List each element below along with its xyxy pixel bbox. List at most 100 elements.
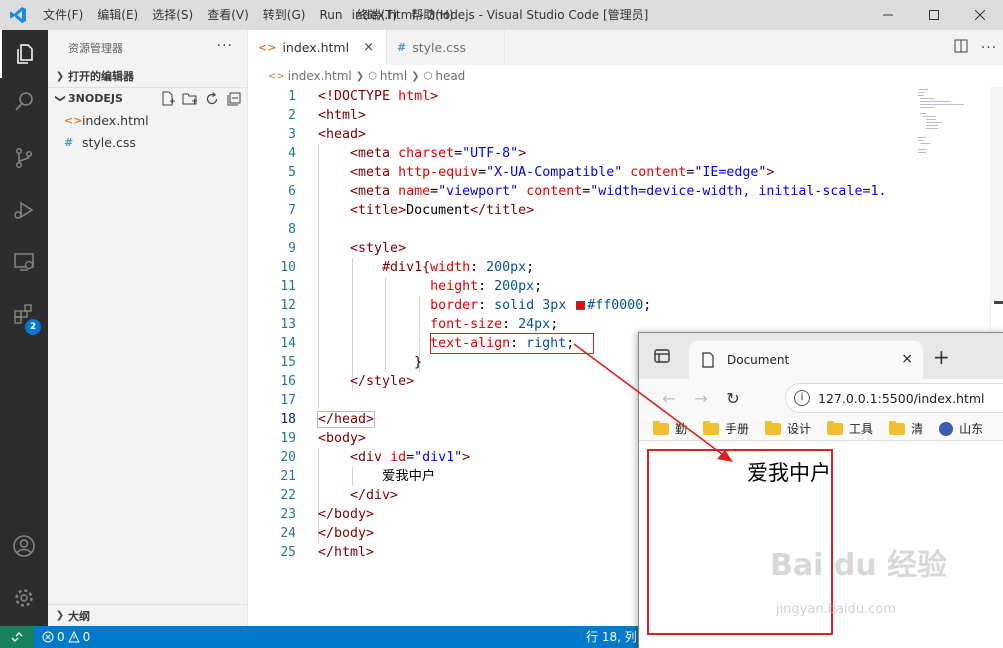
file-item-index-html[interactable]: <> index.html (48, 109, 247, 131)
attr: content (630, 165, 687, 180)
close-window-button[interactable] (957, 0, 1003, 30)
new-file-button[interactable] (159, 90, 177, 108)
search-activity[interactable] (0, 78, 48, 126)
color-swatch[interactable] (576, 301, 586, 310)
close-icon (975, 10, 985, 20)
chevron-down-icon: ❯ (54, 94, 66, 103)
open-editors-section[interactable]: ❯ 打开的编辑器 (48, 65, 247, 87)
remote-icon (11, 632, 23, 642)
watermark-logo: Bai du 经验 (770, 548, 948, 583)
menu-view[interactable]: 查看(V) (200, 0, 256, 30)
tab-actions-button[interactable] (653, 347, 671, 365)
file-item-style-css[interactable]: # style.css (48, 131, 247, 153)
property: font-size (430, 317, 503, 332)
tab-actions-icon (654, 349, 670, 363)
explorer-activity[interactable] (0, 30, 48, 78)
cube-icon: ⬡ (423, 70, 433, 82)
bookmark-folder[interactable]: 手册 (703, 420, 749, 437)
vscode-window: 文件(F) 编辑(E) 选择(S) 查看(V) 转到(G) Run 终端(T) … (0, 0, 1003, 648)
minimap-line (920, 104, 964, 105)
line-number: 12 (280, 298, 296, 313)
menu-edit[interactable]: 编辑(E) (90, 0, 145, 30)
site-favicon-icon (939, 421, 954, 436)
activity-bar: 2 (0, 30, 48, 626)
minimize-icon (883, 14, 893, 16)
bookmark-folder[interactable]: 清 (889, 420, 923, 437)
problems-button[interactable]: 0 0 (34, 630, 98, 644)
reload-button[interactable]: ↻ (717, 389, 749, 408)
menu-terminal[interactable]: 终端(T) (349, 0, 404, 30)
menu-file[interactable]: 文件(F) (36, 0, 90, 30)
folder-icon (653, 420, 669, 435)
minimap-line (926, 128, 938, 129)
minimap-line (918, 89, 928, 90)
more-actions-button[interactable]: ··· (217, 38, 233, 54)
code-line-12: border: solid 3px #ff0000; (430, 298, 652, 313)
project-section[interactable]: ❯ 3NODEJS (48, 87, 247, 109)
collapse-all-button[interactable] (225, 90, 243, 108)
breadcrumb: <> index.html ❯ ⬡ html ❯ ⬡ head (248, 65, 1003, 87)
cursor-position[interactable]: 行 18, 列 (586, 626, 637, 648)
bookmark-folder[interactable]: 工具 (827, 420, 873, 437)
breadcrumb-item[interactable]: index.html (288, 69, 352, 83)
menu-selection[interactable]: 选择(S) (145, 0, 200, 30)
info-icon: i (794, 390, 810, 406)
back-button[interactable]: ← (653, 389, 685, 408)
css-file-icon: # (397, 41, 407, 54)
property-value: solid (494, 298, 535, 313)
remote-explorer-activity[interactable] (0, 238, 48, 286)
property: height (430, 279, 479, 294)
tab-style-css[interactable]: # style.css (387, 30, 505, 65)
menu-run[interactable]: Run (312, 0, 349, 30)
browser-tab-close-button[interactable]: × (901, 351, 913, 367)
tab-close-button[interactable]: × (363, 40, 374, 55)
tag: </head> (316, 411, 376, 428)
code-line-2: <html> (318, 106, 886, 125)
minimize-button[interactable] (865, 0, 911, 30)
tag: <meta (350, 146, 391, 161)
browser-window: Document × + ← → ↻ i 127.0.0.1:5500/inde… (638, 332, 1003, 648)
new-tab-button[interactable]: + (933, 345, 950, 369)
code-line-1: <!DOCTYPE html> (318, 87, 886, 106)
minimap-line (918, 140, 924, 141)
css-file-icon: # (64, 135, 74, 149)
line-number: 24 (280, 526, 296, 541)
line-number: 3 (288, 127, 296, 142)
line-number: 20 (280, 450, 296, 465)
menu-help[interactable]: 帮助(H) (404, 0, 460, 30)
address-bar[interactable]: i 127.0.0.1:5500/index.html (785, 383, 1003, 413)
outline-section[interactable]: ❯ 大纲 (48, 604, 248, 626)
manage-activity[interactable] (0, 574, 48, 622)
bookmark-site[interactable]: 山东 (939, 420, 983, 437)
more-editor-actions-button[interactable]: ··· (975, 40, 1003, 56)
maximize-button[interactable] (911, 0, 957, 30)
forward-button[interactable]: → (685, 389, 717, 408)
extensions-activity[interactable]: 2 (0, 290, 48, 338)
code-line-3: <head> (318, 125, 886, 144)
property-value: 200px (494, 279, 535, 294)
cube-icon: ⬡ (368, 70, 377, 82)
menu-go[interactable]: 转到(G) (256, 0, 313, 30)
bookmark-folder[interactable]: 设计 (765, 420, 811, 437)
split-editor-button[interactable] (947, 39, 975, 57)
new-folder-button[interactable] (181, 90, 199, 108)
accounts-activity[interactable] (0, 522, 48, 570)
editor-tabs: <> index.html × # style.css ··· (248, 30, 1003, 65)
source-control-activity[interactable] (0, 134, 48, 182)
folder-icon (703, 420, 720, 435)
breadcrumb-item[interactable]: html (380, 69, 407, 83)
explorer-title: 资源管理器 (68, 41, 123, 55)
browser-tab-document[interactable]: Document × (689, 341, 923, 379)
refresh-button[interactable] (203, 90, 221, 108)
bookmark-folder[interactable]: 勤 (653, 420, 687, 437)
attr: content (526, 184, 583, 199)
remote-button[interactable] (0, 626, 34, 648)
property-value: 200px (486, 260, 527, 275)
tag: <style> (350, 241, 407, 256)
run-debug-activity[interactable] (0, 186, 48, 234)
breadcrumb-item[interactable]: head (435, 69, 465, 83)
run-debug-icon (14, 201, 34, 219)
tab-index-html[interactable]: <> index.html × (248, 30, 387, 65)
div1-text: 爱我中户 (747, 461, 831, 485)
minimap-line (920, 98, 934, 99)
